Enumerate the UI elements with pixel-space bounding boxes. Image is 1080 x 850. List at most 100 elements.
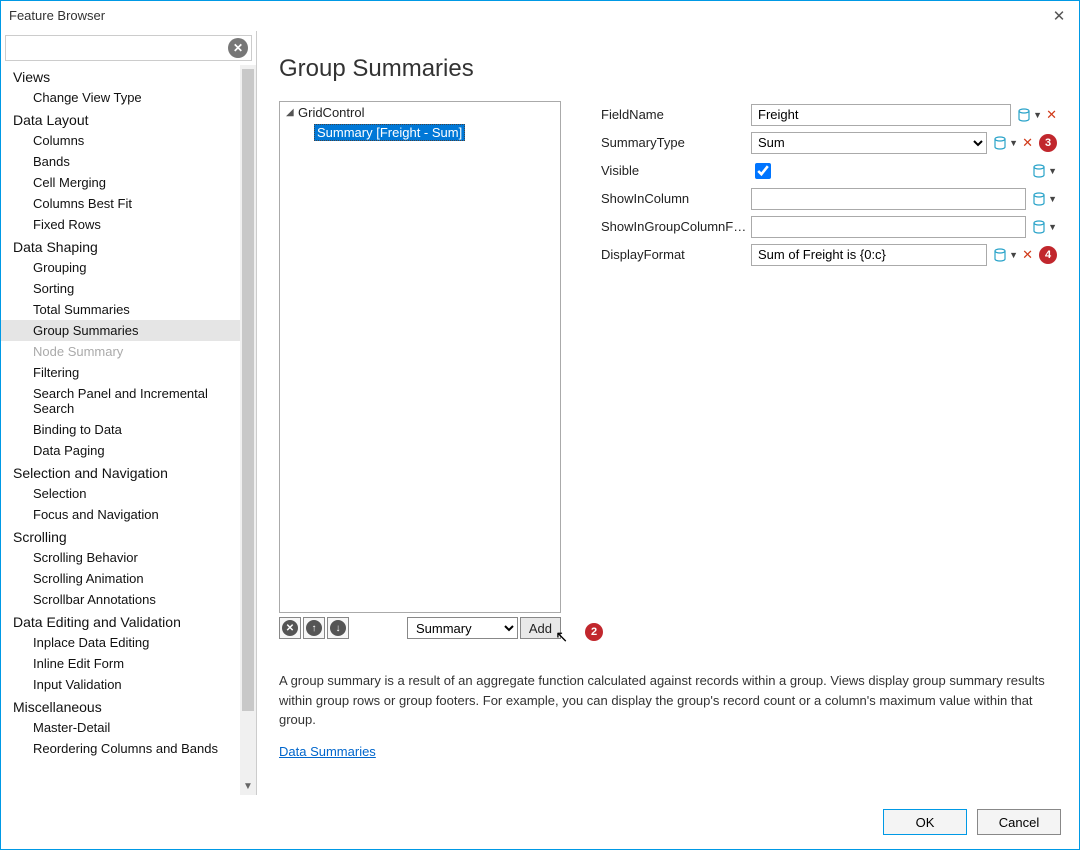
nav-item[interactable]: Bands (1, 151, 240, 172)
prop-input[interactable] (751, 244, 987, 266)
property-grid: FieldName▼✕SummaryTypeSum▼✕3Visible▼Show… (601, 101, 1057, 269)
prop-label: SummaryType (601, 135, 751, 150)
prop-label: FieldName (601, 107, 751, 122)
nav-item[interactable]: Scrolling Animation (1, 568, 240, 589)
sidebar: ✕ ViewsChange View TypeData LayoutColumn… (1, 31, 257, 795)
nav-item[interactable]: Data Paging (1, 440, 240, 461)
nav-item[interactable]: Columns Best Fit (1, 193, 240, 214)
prop-actions: ▼ (1032, 192, 1057, 206)
summary-tree[interactable]: ◢ GridControl Summary [Freight - Sum] (279, 101, 561, 613)
nav-item[interactable]: Scrollbar Annotations (1, 589, 240, 610)
database-icon[interactable] (1032, 220, 1046, 234)
nav-group[interactable]: Data Shaping (1, 235, 240, 257)
sidebar-scrollbar[interactable]: ▼ (240, 65, 256, 795)
prop-actions: ▼✕ (993, 135, 1033, 151)
database-icon[interactable] (993, 248, 1007, 262)
caret-down-icon[interactable]: ▼ (1009, 138, 1018, 148)
nav-item[interactable]: Focus and Navigation (1, 504, 240, 525)
database-icon[interactable] (1032, 164, 1046, 178)
nav-item[interactable]: Change View Type (1, 87, 240, 108)
prop-field (751, 216, 1026, 238)
summary-type-select[interactable]: Summary (407, 617, 518, 639)
nav-group[interactable]: Data Layout (1, 108, 240, 130)
callout-4: 4 (1039, 246, 1057, 264)
nav-group[interactable]: Miscellaneous (1, 695, 240, 717)
nav-item[interactable]: Total Summaries (1, 299, 240, 320)
prop-actions: ▼✕ (993, 247, 1033, 263)
nav-item[interactable]: Inplace Data Editing (1, 632, 240, 653)
caret-down-icon[interactable]: ▼ (1048, 166, 1057, 176)
nav-item[interactable]: Scrolling Behavior (1, 547, 240, 568)
nav-group[interactable]: Views (1, 65, 240, 87)
tree-child-label: Summary [Freight - Sum] (314, 124, 465, 141)
body: ✕ ViewsChange View TypeData LayoutColumn… (1, 31, 1079, 795)
caret-down-icon[interactable]: ▼ (1048, 194, 1057, 204)
editor-row: ◢ GridControl Summary [Freight - Sum] ✕ … (279, 101, 1057, 639)
prop-input[interactable] (751, 216, 1026, 238)
nav-item[interactable]: Binding to Data (1, 419, 240, 440)
ok-button[interactable]: OK (883, 809, 967, 835)
tree-collapse-icon[interactable]: ◢ (286, 107, 298, 118)
prop-input[interactable] (751, 104, 1011, 126)
nav-group[interactable]: Selection and Navigation (1, 461, 240, 483)
nav-item[interactable]: Input Validation (1, 674, 240, 695)
nav-item[interactable]: Cell Merging (1, 172, 240, 193)
move-down-button[interactable]: ↓ (327, 617, 349, 639)
reset-icon[interactable]: ✕ (1022, 247, 1033, 263)
tree-toolbar: ✕ ↑ ↓ Summary Add ↖ 2 (279, 617, 561, 639)
tree-root-row[interactable]: ◢ GridControl (280, 102, 560, 122)
scroll-down-icon[interactable]: ▼ (240, 781, 256, 795)
prop-input[interactable] (751, 188, 1026, 210)
nav-item[interactable]: Sorting (1, 278, 240, 299)
nav-item[interactable]: Fixed Rows (1, 214, 240, 235)
nav-item[interactable]: Reordering Columns and Bands (1, 738, 240, 759)
nav-group[interactable]: Data Editing and Validation (1, 610, 240, 632)
prop-field (751, 188, 1026, 210)
prop-row: Visible▼ (601, 157, 1057, 184)
data-summaries-link[interactable]: Data Summaries (279, 744, 1057, 759)
delete-button[interactable]: ✕ (279, 617, 301, 639)
add-button[interactable]: Add (520, 617, 561, 639)
search-clear-icon[interactable]: ✕ (228, 38, 248, 58)
close-icon[interactable]: ✕ (1047, 7, 1071, 25)
nav-item[interactable]: Selection (1, 483, 240, 504)
database-icon[interactable] (1017, 108, 1031, 122)
prop-actions: ▼✕ (1017, 107, 1057, 123)
prop-label: ShowInGroupColumnFo… (601, 219, 751, 234)
scrollbar-thumb[interactable] (242, 69, 254, 711)
prop-field (751, 244, 987, 266)
nav-item[interactable]: Search Panel and Incremental Search (1, 383, 240, 419)
main-panel: Group Summaries ◢ GridControl Summary [F… (257, 31, 1079, 795)
tree-root-label: GridControl (298, 105, 364, 120)
nav-item[interactable]: Columns (1, 130, 240, 151)
search-input[interactable] (6, 41, 228, 56)
reset-icon[interactable]: ✕ (1022, 135, 1033, 151)
move-up-button[interactable]: ↑ (303, 617, 325, 639)
nav-tree: ViewsChange View TypeData LayoutColumnsB… (1, 65, 256, 795)
nav-item[interactable]: Master-Detail (1, 717, 240, 738)
tree-child-row[interactable]: Summary [Freight - Sum] (280, 122, 560, 142)
nav-item[interactable]: Grouping (1, 257, 240, 278)
caret-down-icon[interactable]: ▼ (1009, 250, 1018, 260)
prop-row: ShowInColumn▼ (601, 185, 1057, 212)
prop-row: FieldName▼✕ (601, 101, 1057, 128)
prop-actions: ▼ (1032, 220, 1057, 234)
search-box: ✕ (5, 35, 252, 61)
callout-3: 3 (1039, 134, 1057, 152)
cancel-button[interactable]: Cancel (977, 809, 1061, 835)
nav-item: Node Summary (1, 341, 240, 362)
database-icon[interactable] (993, 136, 1007, 150)
caret-down-icon[interactable]: ▼ (1048, 222, 1057, 232)
titlebar: Feature Browser ✕ (1, 1, 1079, 31)
nav-item[interactable]: Filtering (1, 362, 240, 383)
prop-select[interactable]: Sum (751, 132, 987, 154)
prop-checkbox[interactable] (755, 163, 771, 179)
add-button-label: Add (529, 621, 552, 636)
database-icon[interactable] (1032, 192, 1046, 206)
nav-item[interactable]: Inline Edit Form (1, 653, 240, 674)
nav-group[interactable]: Scrolling (1, 525, 240, 547)
caret-down-icon[interactable]: ▼ (1033, 110, 1042, 120)
reset-icon[interactable]: ✕ (1046, 107, 1057, 123)
nav-item[interactable]: Group Summaries (1, 320, 240, 341)
help-text: A group summary is a result of an aggreg… (279, 671, 1057, 730)
